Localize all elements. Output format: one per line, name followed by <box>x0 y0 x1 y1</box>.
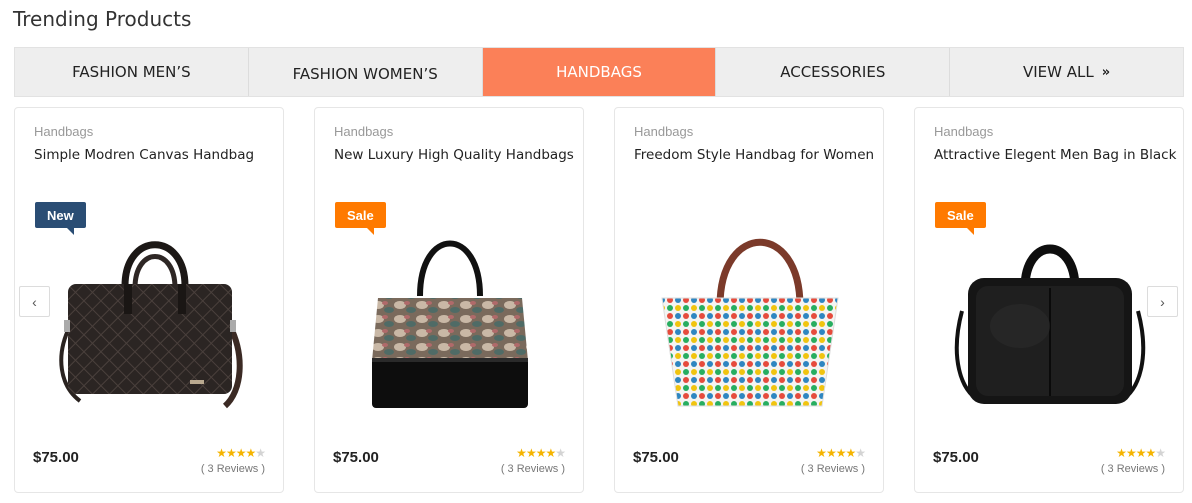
tab-label: ACCESSORIES <box>780 63 886 81</box>
dark-quilted-laptop-bag-image[interactable] <box>50 216 250 416</box>
star-filled-icon: ★ <box>225 446 237 460</box>
tab-fashion-womens[interactable]: FASHION WOMEN’S <box>249 48 483 96</box>
sale-badge: Sale <box>935 202 986 235</box>
product-rating: ★★★★★ ( 3 Reviews ) <box>501 446 566 475</box>
product-card[interactable]: Handbags New Luxury High Quality Handbag… <box>314 107 584 493</box>
tab-view-all[interactable]: VIEW ALL » <box>950 48 1183 96</box>
star-filled-icon: ★ <box>1135 446 1147 460</box>
polka-dot-tote-bag-image[interactable] <box>650 216 850 416</box>
new-badge: New <box>35 202 86 235</box>
sale-badge: Sale <box>335 202 386 235</box>
star-filled-icon: ★ <box>516 446 527 460</box>
product-name[interactable]: Freedom Style Handbag for Women <box>634 147 874 163</box>
carousel-next-button[interactable]: › <box>1147 286 1178 317</box>
star-filled-icon: ★ <box>216 446 227 460</box>
tab-handbags[interactable]: HANDBAGS <box>482 48 717 96</box>
tab-label: VIEW ALL <box>1023 63 1094 81</box>
star-empty-icon: ★ <box>855 446 866 460</box>
product-category: Handbags <box>934 124 994 139</box>
product-price: $75.00 <box>33 449 79 466</box>
star-rating: ★★★★★ <box>801 446 866 460</box>
star-empty-icon: ★ <box>1155 446 1166 460</box>
product-card[interactable]: Handbags Attractive Elegent Men Bag in B… <box>914 107 1184 493</box>
star-filled-icon: ★ <box>245 446 256 460</box>
black-leather-briefcase-bag-image[interactable] <box>950 216 1150 416</box>
tab-label: FASHION WOMEN’S <box>292 65 438 83</box>
section-title: Trending Products <box>13 7 192 31</box>
star-filled-icon: ★ <box>835 446 847 460</box>
review-count[interactable]: ( 3 Reviews ) <box>201 463 265 475</box>
star-filled-icon: ★ <box>816 446 827 460</box>
star-rating: ★★★★★ <box>201 446 266 460</box>
product-category: Handbags <box>634 124 694 139</box>
tab-label: FASHION MEN’S <box>72 63 191 81</box>
product-price: $75.00 <box>933 449 979 466</box>
star-filled-icon: ★ <box>825 446 837 460</box>
product-name[interactable]: Attractive Elegent Men Bag in Black <box>934 147 1176 163</box>
star-empty-icon: ★ <box>555 446 566 460</box>
product-rating: ★★★★★ ( 3 Reviews ) <box>801 446 866 475</box>
review-count[interactable]: ( 3 Reviews ) <box>501 463 565 475</box>
review-count[interactable]: ( 3 Reviews ) <box>1101 463 1165 475</box>
product-name[interactable]: Simple Modren Canvas Handbag <box>34 147 273 163</box>
product-price: $75.00 <box>633 449 679 466</box>
review-count[interactable]: ( 3 Reviews ) <box>801 463 865 475</box>
chevron-left-icon: ‹ <box>32 293 37 310</box>
tab-label: HANDBAGS <box>556 63 642 81</box>
product-rating: ★★★★★ ( 3 Reviews ) <box>201 446 266 475</box>
trending-products-section: Trending Products FASHION MEN’S FASHION … <box>0 0 1192 503</box>
star-rating: ★★★★★ <box>501 446 566 460</box>
star-filled-icon: ★ <box>845 446 856 460</box>
product-price: $75.00 <box>333 449 379 466</box>
tab-accessories[interactable]: ACCESSORIES <box>716 48 951 96</box>
product-name[interactable]: New Luxury High Quality Handbags <box>334 147 574 163</box>
product-category: Handbags <box>34 124 94 139</box>
double-chevron-right-icon: » <box>1101 64 1111 80</box>
star-empty-icon: ★ <box>255 446 266 460</box>
star-filled-icon: ★ <box>1116 446 1127 460</box>
product-card[interactable]: Handbags Freedom Style Handbag for Women… <box>614 107 884 493</box>
star-filled-icon: ★ <box>545 446 556 460</box>
star-filled-icon: ★ <box>535 446 547 460</box>
product-rating: ★★★★★ ( 3 Reviews ) <box>1101 446 1166 475</box>
snakeskin-top-handle-handbag-image[interactable] <box>350 216 550 416</box>
category-tabs: FASHION MEN’S FASHION WOMEN’S HANDBAGS A… <box>14 47 1184 97</box>
star-filled-icon: ★ <box>235 446 247 460</box>
product-card[interactable]: Handbags Simple Modren Canvas Handbag Ne… <box>14 107 284 493</box>
chevron-right-icon: › <box>1160 293 1165 310</box>
product-category: Handbags <box>334 124 394 139</box>
star-filled-icon: ★ <box>525 446 537 460</box>
star-rating: ★★★★★ <box>1101 446 1166 460</box>
tab-fashion-mens[interactable]: FASHION MEN’S <box>15 48 249 96</box>
carousel-prev-button[interactable]: ‹ <box>19 286 50 317</box>
star-filled-icon: ★ <box>1145 446 1156 460</box>
star-filled-icon: ★ <box>1125 446 1137 460</box>
